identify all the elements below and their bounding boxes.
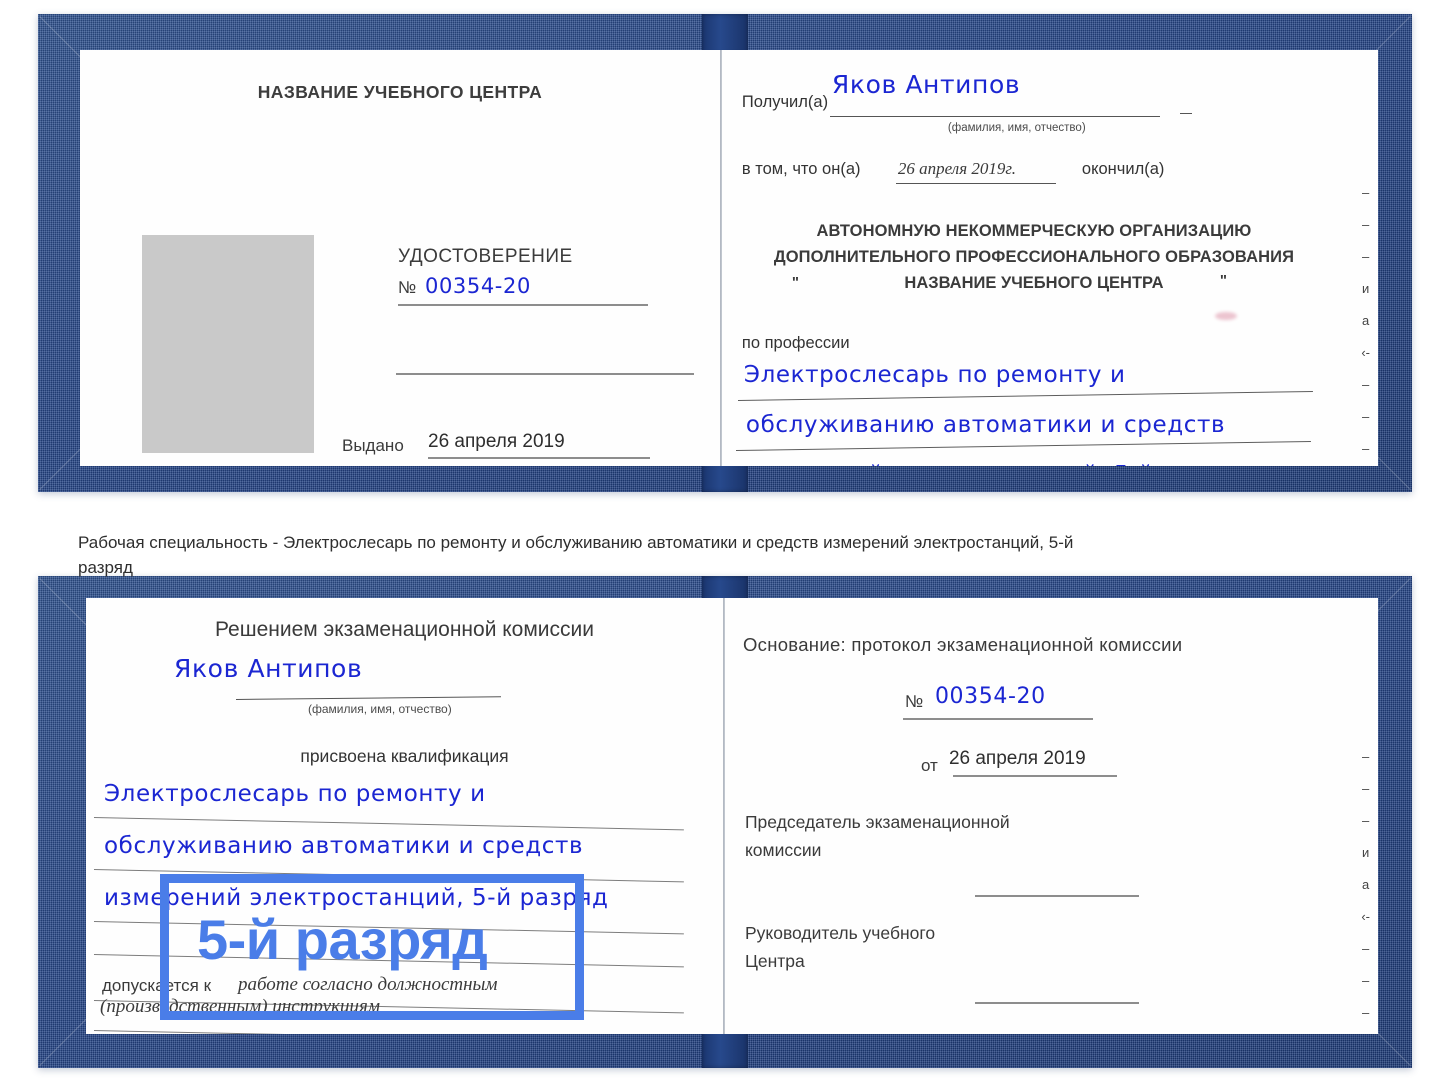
- basis-label: Основание: протокол экзаменационной коми…: [742, 634, 1183, 655]
- profession-line-2: обслуживанию автоматики и средств: [745, 412, 1226, 438]
- edge-text-artifacts-bottom: – – – и а ‹- – – – –: [1361, 750, 1370, 1034]
- edge-artifact: ‹-: [1361, 909, 1370, 924]
- clause-prefix: в том, что он(а): [741, 160, 861, 178]
- caption-text: Рабочая специальность - Электрослесарь п…: [78, 533, 1074, 577]
- training-center-title: НАЗВАНИЕ УЧЕБНОГО ЦЕНТРА: [257, 82, 543, 102]
- chairman-label-line-1: Председатель экзаменационной: [744, 812, 1010, 832]
- certificate-top-cover: НАЗВАНИЕ УЧЕБНОГО ЦЕНТРА УДОСТОВЕРЕНИЕ №…: [38, 14, 1412, 492]
- edge-artifact: а: [1362, 313, 1370, 328]
- organization-line-3: НАЗВАНИЕ УЧЕБНОГО ЦЕНТРА: [904, 274, 1164, 292]
- graduate-fio-hint: (фамилия, имя, отчество): [308, 702, 452, 716]
- recipient-name-value: Яков Антипов: [831, 70, 1021, 99]
- page-smudge-artifact: [1214, 312, 1237, 320]
- edge-artifact: –: [1362, 217, 1370, 232]
- profession-line-1: Электрослесарь по ремонту и: [743, 362, 1126, 388]
- certificate-number-value: 00354-20: [425, 274, 531, 298]
- edge-artifact: –: [1362, 973, 1370, 988]
- clause-date-underline: [895, 183, 1056, 184]
- edge-artifact: –: [1362, 249, 1370, 264]
- blank-rule: [396, 373, 694, 375]
- recipient-underline-tail: [1179, 113, 1192, 114]
- edge-artifact: –: [1362, 941, 1370, 956]
- number-symbol: №: [398, 278, 417, 297]
- cover-spine-tab-bottom: [702, 1028, 748, 1068]
- ruled-line-1: [93, 817, 684, 831]
- edge-artifact: –: [1362, 781, 1370, 796]
- issued-label: Выдано: [342, 436, 404, 455]
- graduate-name-value: Яков Антипов: [174, 654, 363, 683]
- edge-artifact: –: [1362, 813, 1370, 828]
- certificate-top-pages: НАЗВАНИЕ УЧЕБНОГО ЦЕНТРА УДОСТОВЕРЕНИЕ №…: [80, 50, 1378, 466]
- organization-quote-close: ": [1219, 272, 1228, 289]
- edge-artifact: и: [1362, 845, 1370, 860]
- recipient-underline: [829, 116, 1160, 117]
- profession-rule-1: [737, 390, 1313, 401]
- organization-line-1: АВТОНОМНУЮ НЕКОММЕРЧЕСКУЮ ОРГАНИЗАЦИЮ: [816, 222, 1252, 240]
- protocol-number-value: 00354-20: [934, 684, 1046, 709]
- edge-artifact: –: [1362, 377, 1370, 392]
- edge-artifact: –: [1362, 1005, 1370, 1020]
- protocol-date-value: 26 апреля 2019: [948, 748, 1086, 769]
- clause-suffix: окончил(а): [1081, 160, 1165, 178]
- edge-artifact: ‹-: [1361, 345, 1370, 360]
- book-gutter-bottom: [722, 598, 725, 1034]
- protocol-number-symbol: №: [904, 692, 924, 711]
- protocol-date-underline: [952, 775, 1117, 777]
- edge-artifact: и: [1362, 281, 1370, 296]
- number-underline: [398, 304, 648, 306]
- edge-artifact: –: [1362, 749, 1370, 764]
- edge-artifact: –: [1362, 441, 1370, 456]
- protocol-number-underline: [902, 718, 1093, 720]
- edge-artifact: –: [1362, 185, 1370, 200]
- chairman-label-line-2: комиссии: [744, 840, 822, 860]
- recipient-fio-hint: (фамилия, имя, отчество): [947, 122, 1086, 134]
- certificate-bottom-right-page: Основание: протокол экзаменационной коми…: [722, 598, 1378, 1034]
- organization-line-2: ДОПОЛНИТЕЛЬНОГО ПРОФЕССИОНАЛЬНОГО ОБРАЗО…: [773, 248, 1295, 266]
- graduate-name-underline: [236, 696, 501, 700]
- issued-date-value: 26 апреля 2019: [428, 431, 565, 452]
- issued-underline: [428, 457, 650, 459]
- commission-decision-header: Решением экзаменационной комиссии: [214, 618, 594, 641]
- profession-rule-2: [735, 440, 1311, 451]
- head-label-line-2: Центра: [744, 951, 805, 971]
- qualification-label: присвоена квалификация: [300, 746, 509, 766]
- cover-fold-bottom-left: [39, 1018, 87, 1066]
- cover-fold-top-left: [39, 578, 87, 626]
- watermark-label: 5-й разряд: [197, 908, 488, 971]
- profession-line-3: измерений электростанций, 5-й разряд: [746, 462, 1251, 466]
- clause-date-value: 26 апреля 2019г.: [897, 159, 1017, 178]
- qualification-line-2: обслуживанию автоматики и средств: [104, 833, 584, 859]
- edge-artifact: а: [1362, 877, 1370, 892]
- document-type-label: УДОСТОВЕРЕНИЕ: [398, 246, 573, 267]
- book-gutter-top: [719, 50, 722, 466]
- protocol-date-label: от: [920, 756, 938, 775]
- cover-spine-tab-top: [702, 14, 748, 54]
- profession-label: по профессии: [741, 334, 850, 352]
- certificate-top-right-page: Получил(а) Яков Антипов (фамилия, имя, о…: [719, 50, 1378, 466]
- ruled-line-6: [93, 1030, 684, 1034]
- chairman-signature-line: [974, 895, 1139, 897]
- certificate-top-left-page: НАЗВАНИЕ УЧЕБНОГО ЦЕНТРА УДОСТОВЕРЕНИЕ №…: [80, 50, 720, 466]
- photo-placeholder: [142, 235, 314, 453]
- head-signature-line: [974, 1002, 1139, 1004]
- edge-text-artifacts-top: – – – и а ‹- – – – –: [1361, 186, 1370, 466]
- head-label-line-1: Руководитель учебного: [744, 923, 936, 943]
- edge-artifact: –: [1362, 409, 1370, 424]
- recipient-label: Получил(а): [741, 93, 829, 111]
- qualification-line-1: Электрослесарь по ремонту и: [104, 781, 486, 807]
